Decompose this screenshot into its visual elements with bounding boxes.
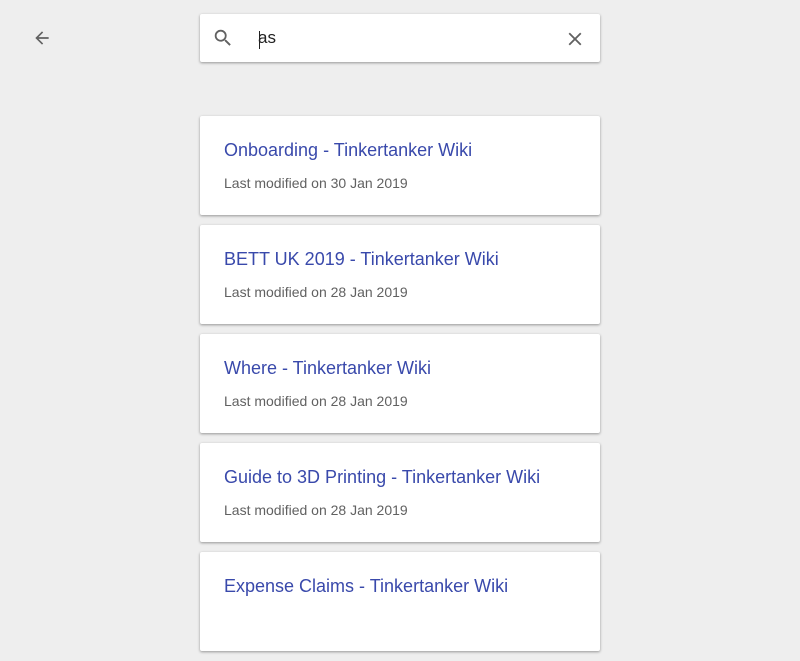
search-input[interactable] — [258, 26, 548, 50]
clear-search-button[interactable] — [563, 27, 587, 51]
result-last-modified: Last modified on 28 Jan 2019 — [224, 284, 408, 300]
result-title[interactable]: Expense Claims - Tinkertanker Wiki — [224, 576, 508, 597]
result-card[interactable]: Guide to 3D Printing - Tinkertanker Wiki… — [200, 443, 600, 542]
result-last-modified: Last modified on 30 Jan 2019 — [224, 175, 408, 191]
result-card[interactable]: Expense Claims - Tinkertanker Wiki — [200, 552, 600, 651]
result-title[interactable]: Where - Tinkertanker Wiki — [224, 358, 431, 379]
result-title[interactable]: BETT UK 2019 - Tinkertanker Wiki — [224, 249, 499, 270]
search-bar — [200, 14, 600, 62]
arrow-left-icon — [35, 31, 49, 45]
result-card[interactable]: Where - Tinkertanker Wiki Last modified … — [200, 334, 600, 433]
result-card[interactable]: BETT UK 2019 - Tinkertanker Wiki Last mo… — [200, 225, 600, 324]
result-title[interactable]: Onboarding - Tinkertanker Wiki — [224, 140, 472, 161]
close-icon — [568, 32, 582, 46]
text-caret — [259, 31, 260, 49]
result-card[interactable]: Onboarding - Tinkertanker Wiki Last modi… — [200, 116, 600, 215]
result-title[interactable]: Guide to 3D Printing - Tinkertanker Wiki — [224, 467, 540, 488]
search-results-list: Onboarding - Tinkertanker Wiki Last modi… — [200, 116, 600, 661]
result-last-modified: Last modified on 28 Jan 2019 — [224, 393, 408, 409]
search-icon — [214, 29, 231, 46]
back-button[interactable] — [29, 25, 55, 51]
result-last-modified: Last modified on 28 Jan 2019 — [224, 502, 408, 518]
